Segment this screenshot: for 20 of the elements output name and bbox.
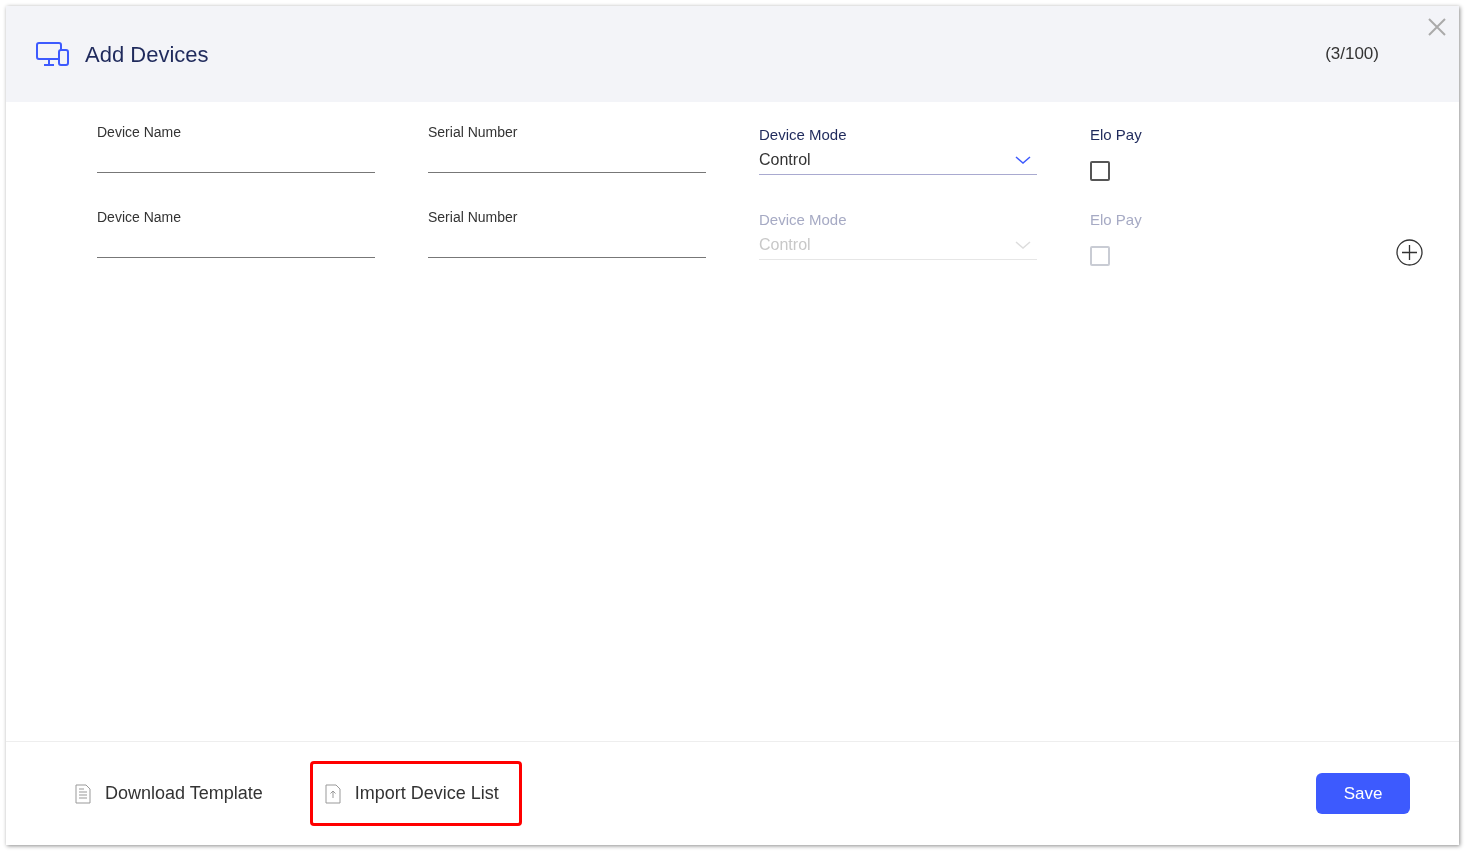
document-icon bbox=[75, 783, 91, 804]
device-mode-dropdown[interactable]: Control bbox=[759, 146, 1037, 175]
device-name-label: Device Name bbox=[97, 208, 183, 227]
elo-pay-checkbox[interactable] bbox=[1090, 160, 1110, 181]
device-name-label: Device Name bbox=[97, 123, 183, 142]
chevron-down-icon bbox=[1015, 240, 1031, 250]
elo-pay-label: Elo Pay bbox=[1090, 125, 1143, 145]
dialog-title: Add Devices bbox=[85, 40, 209, 69]
serial-number-label: Serial Number bbox=[428, 208, 519, 227]
chevron-down-icon bbox=[1015, 155, 1031, 165]
device-count: (3/100) bbox=[1325, 43, 1379, 66]
download-link[interactable]: Download Template bbox=[60, 761, 286, 826]
import-link[interactable]: Import Device List bbox=[309, 761, 522, 826]
devices-icon bbox=[36, 41, 69, 67]
serial-number-label: Serial Number bbox=[428, 123, 519, 142]
elo-pay-label: Elo Pay bbox=[1090, 210, 1143, 230]
file-upload-icon bbox=[324, 783, 341, 804]
save-button[interactable]: Save bbox=[1316, 773, 1410, 814]
device-mode-label: Device Mode bbox=[759, 125, 848, 145]
device-mode-label: Device Mode bbox=[759, 210, 848, 230]
